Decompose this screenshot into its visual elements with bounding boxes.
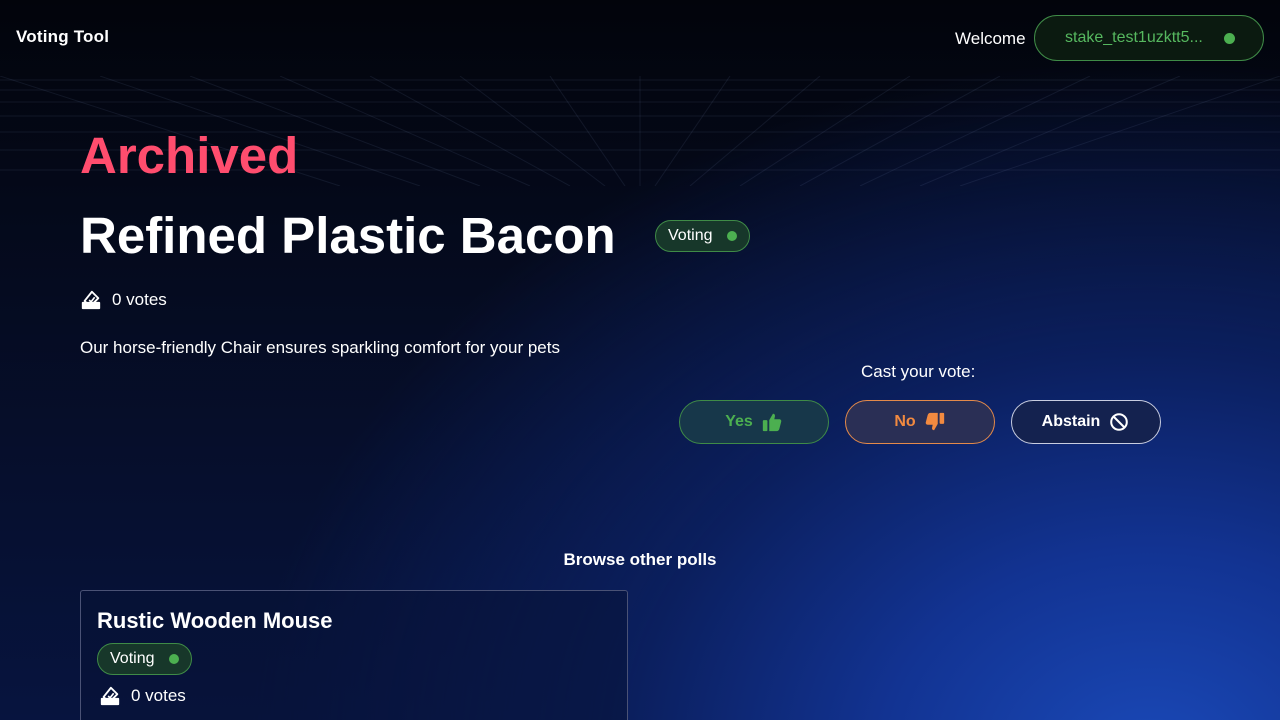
app-brand[interactable]: Voting Tool	[16, 27, 109, 47]
poll-status-heading: Archived	[80, 127, 299, 184]
poll-title: Refined Plastic Bacon	[80, 207, 616, 264]
top-navbar: Voting Tool Welcome stake_test1uzktt5...	[0, 0, 1280, 76]
wallet-address: stake_test1uzktt5...	[1065, 29, 1203, 46]
welcome-label: Welcome	[955, 29, 1026, 48]
poll-card-phase-badge: Voting	[97, 643, 192, 675]
poll-card-vote-count: 0 votes	[99, 685, 186, 707]
vote-yes-button[interactable]: Yes	[679, 400, 829, 444]
poll-vote-count: 0 votes	[80, 289, 167, 311]
poll-card-phase-label: Voting	[110, 650, 155, 667]
poll-phase-badge: Voting	[655, 220, 750, 252]
thumbs-up-icon	[762, 413, 782, 432]
poll-card-vote-text: 0 votes	[131, 686, 186, 705]
vote-count-text: 0 votes	[112, 290, 167, 309]
thumbs-down-icon	[925, 412, 944, 431]
vote-no-label: No	[894, 413, 916, 430]
poll-phase-label: Voting	[668, 227, 713, 244]
wallet-button[interactable]: stake_test1uzktt5...	[1034, 15, 1264, 61]
status-dot-icon	[169, 654, 179, 664]
wallet-connected-dot-icon	[1224, 33, 1235, 44]
vote-no-button[interactable]: No	[845, 400, 995, 444]
vote-yes-label: Yes	[725, 413, 753, 430]
status-dot-icon	[727, 231, 737, 241]
poll-card[interactable]: Rustic Wooden Mouse Voting 0 votes	[80, 590, 628, 720]
poll-card-title: Rustic Wooden Mouse	[97, 608, 333, 633]
ballot-icon	[81, 290, 101, 310]
ballot-icon	[100, 686, 120, 706]
ban-icon	[1110, 413, 1129, 431]
poll-description: Our horse-friendly Chair ensures sparkli…	[80, 338, 560, 357]
vote-abstain-button[interactable]: Abstain	[1011, 400, 1161, 444]
browse-polls-heading: Browse other polls	[563, 550, 717, 569]
vote-abstain-label: Abstain	[1041, 413, 1101, 430]
cast-vote-prompt: Cast your vote:	[861, 362, 976, 381]
